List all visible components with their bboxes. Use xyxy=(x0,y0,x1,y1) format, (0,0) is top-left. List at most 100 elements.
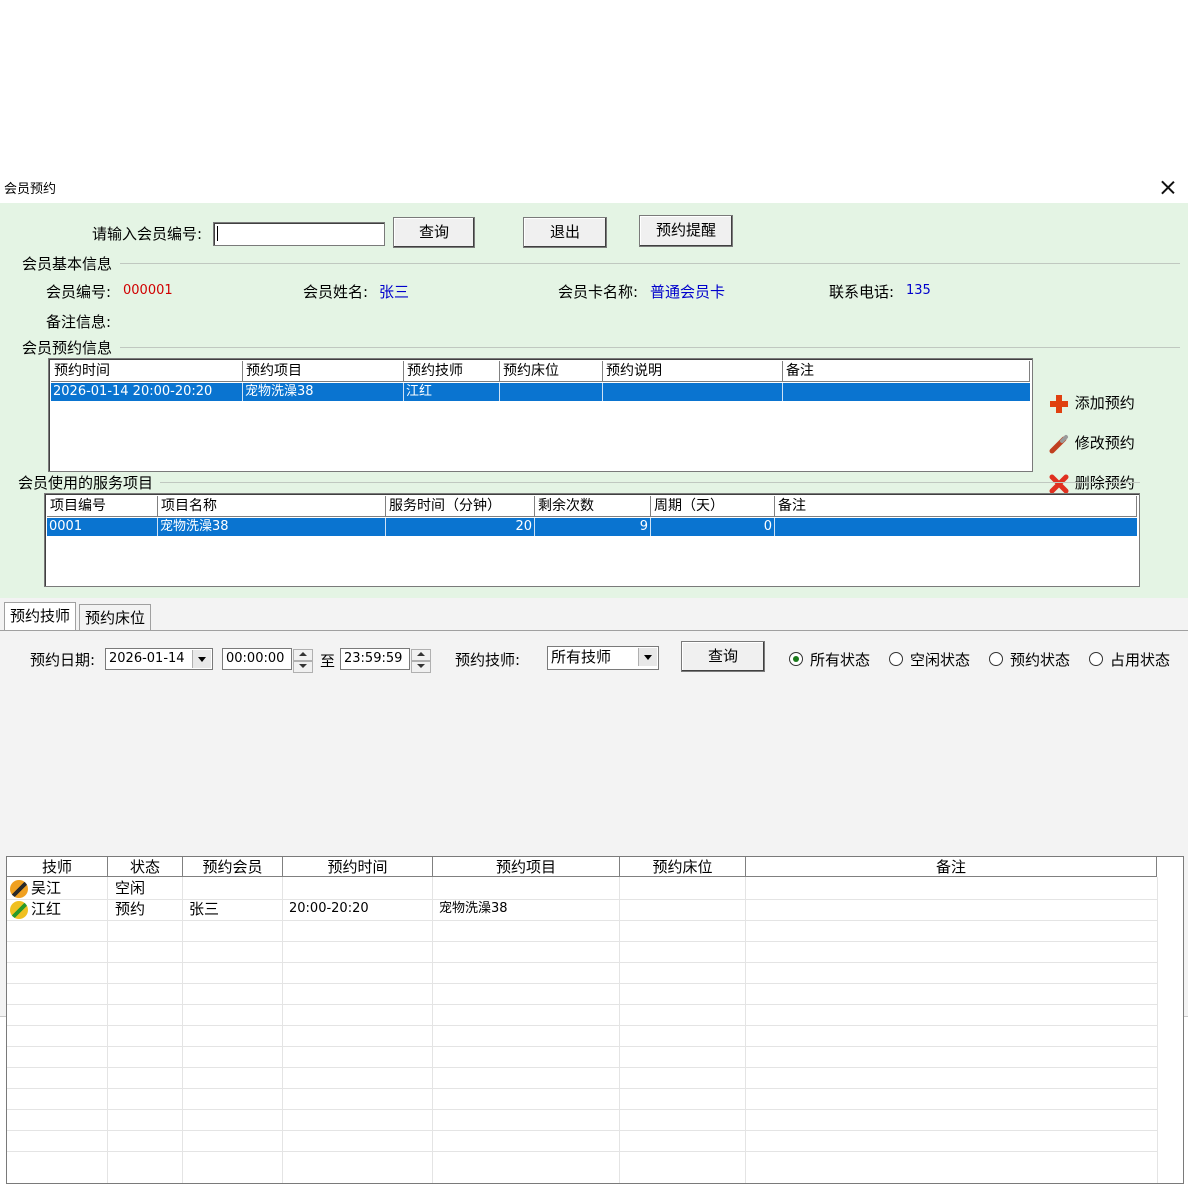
delete-reservation-button[interactable]: 删除预约 xyxy=(1048,472,1135,495)
edit-reservation-button[interactable]: 修改预约 xyxy=(1048,432,1135,455)
column-header[interactable]: 预约项目 xyxy=(433,857,620,877)
delete-reservation-label: 删除预约 xyxy=(1074,474,1135,492)
column-header[interactable]: 预约技师 xyxy=(404,361,500,382)
time-from-input[interactable]: 00:00:00 xyxy=(222,648,313,673)
reserve-date-picker[interactable]: 2026-01-14 xyxy=(105,648,213,670)
reserve-date-label: 预约日期: xyxy=(30,651,96,669)
radio-label: 所有状态 xyxy=(810,651,871,669)
grid-line xyxy=(7,941,1157,942)
grid-line xyxy=(7,1046,1157,1047)
chevron-down-icon[interactable] xyxy=(638,648,657,666)
radio-reserved-status[interactable] xyxy=(989,652,1003,666)
edit-pencil-icon xyxy=(1049,434,1068,453)
tech-query-button[interactable]: 查询 xyxy=(681,641,765,672)
reservation-project-cell: 宠物洗澡38 xyxy=(243,383,404,401)
table-row[interactable]: 0001 宠物洗澡38 20 9 0 xyxy=(47,518,1137,536)
exit-button[interactable]: 退出 xyxy=(523,217,607,248)
radio-idle-status[interactable] xyxy=(889,652,903,666)
technician-idle-icon xyxy=(10,880,28,898)
reservation-table[interactable]: 预约时间 预约项目 预约技师 预约床位 预约说明 备注 2026-01-14 2… xyxy=(48,358,1033,472)
tab-reserve-bed[interactable]: 预约床位 xyxy=(79,604,152,631)
project-name-cell: 宠物洗澡38 xyxy=(158,518,386,536)
member-reservation-window: 会员预约 请输入会员编号: 查询 退出 预约提醒 会员基本信息 会员编号: 00… xyxy=(0,172,1188,1184)
grid-line xyxy=(7,1025,1157,1026)
column-header[interactable]: 预约时间 xyxy=(51,361,243,382)
tab-reserve-tech[interactable]: 预约技师 xyxy=(4,602,77,631)
column-header[interactable]: 预约时间 xyxy=(283,857,433,877)
add-reservation-label: 添加预约 xyxy=(1074,394,1135,412)
member-id-search-label: 请输入会员编号: xyxy=(92,225,203,243)
services-table[interactable]: 项目编号 项目名称 服务时间（分钟） 剩余次数 周期（天） 备注 0001 宠物… xyxy=(44,493,1140,587)
grid-line xyxy=(745,877,746,1183)
column-header[interactable]: 预约床位 xyxy=(620,857,746,877)
delete-x-icon xyxy=(1049,474,1069,493)
column-header[interactable]: 备注 xyxy=(783,361,1030,382)
tech-select-value: 所有技师 xyxy=(551,648,612,666)
grid-line xyxy=(7,983,1157,984)
grid-line xyxy=(7,1088,1157,1089)
tech-member-cell: 张三 xyxy=(189,900,220,918)
member-id-label: 会员编号: xyxy=(46,283,112,301)
radio-occupied-status[interactable] xyxy=(1089,652,1103,666)
project-id-cell: 0001 xyxy=(47,518,158,536)
column-header[interactable]: 备注 xyxy=(775,496,1137,517)
column-header[interactable]: 项目名称 xyxy=(158,496,386,517)
group-divider xyxy=(160,482,1140,483)
spin-up-icon[interactable] xyxy=(411,649,431,661)
table-row[interactable]: 2026-01-14 20:00-20:20 宠物洗澡38 江红 xyxy=(51,383,1030,401)
radio-all-status[interactable] xyxy=(789,652,803,666)
grid-line xyxy=(7,1067,1157,1068)
query-button[interactable]: 查询 xyxy=(393,217,475,248)
close-icon[interactable] xyxy=(1156,176,1180,200)
column-header[interactable]: 预约床位 xyxy=(500,361,603,382)
column-header[interactable]: 周期（天） xyxy=(651,496,775,517)
column-header[interactable]: 预约项目 xyxy=(243,361,404,382)
services-group-title: 会员使用的服务项目 xyxy=(18,474,154,492)
grid-line xyxy=(7,962,1157,963)
phone-value: 135 xyxy=(906,283,931,298)
member-name-value: 张三 xyxy=(379,283,410,301)
add-reservation-button[interactable]: 添加预约 xyxy=(1048,392,1135,415)
reservation-reminder-button[interactable]: 预约提醒 xyxy=(639,215,733,247)
radio-label: 占用状态 xyxy=(1110,651,1171,669)
spin-down-icon[interactable] xyxy=(293,661,313,673)
reserve-date-value: 2026-01-14 xyxy=(109,651,185,666)
spin-up-icon[interactable] xyxy=(293,649,313,661)
grid-line xyxy=(7,1130,1157,1131)
technician-grid[interactable]: 技师 状态 预约会员 预约时间 预约项目 预约床位 备注 吴江 空闲 江红 预约… xyxy=(6,856,1184,1184)
service-note-cell xyxy=(775,518,1137,536)
grid-line xyxy=(7,920,1157,921)
reserve-tech-label: 预约技师: xyxy=(455,651,521,669)
chevron-down-icon[interactable] xyxy=(192,650,211,668)
column-header[interactable]: 技师 xyxy=(7,857,108,877)
note-label: 备注信息: xyxy=(46,313,112,331)
radio-label: 空闲状态 xyxy=(910,651,971,669)
column-header[interactable]: 项目编号 xyxy=(47,496,158,517)
cycle-days-cell: 0 xyxy=(651,518,775,536)
reservation-tech-cell: 江红 xyxy=(404,383,500,401)
column-header[interactable]: 预约会员 xyxy=(183,857,283,877)
technician-reserved-icon xyxy=(10,901,28,919)
column-header[interactable]: 服务时间（分钟） xyxy=(386,496,535,517)
grid-line xyxy=(282,877,283,1183)
table-row[interactable]: 江红 预约 张三 20:00-20:20 宠物洗澡38 xyxy=(7,899,1157,920)
radio-label: 预约状态 xyxy=(1010,651,1071,669)
table-row[interactable]: 吴江 空闲 xyxy=(7,878,1157,899)
spin-down-icon[interactable] xyxy=(411,661,431,673)
time-to-spinner[interactable] xyxy=(411,649,431,673)
reservation-group-title: 会员预约信息 xyxy=(22,339,113,357)
member-id-input[interactable] xyxy=(213,222,385,246)
tech-status-cell: 空闲 xyxy=(115,879,146,897)
tab-divider xyxy=(0,630,1188,631)
tech-select[interactable]: 所有技师 xyxy=(547,646,659,670)
column-header[interactable]: 预约说明 xyxy=(603,361,783,382)
time-from-spinner[interactable] xyxy=(293,649,313,673)
member-id-value: 000001 xyxy=(123,283,173,298)
grid-line xyxy=(1157,877,1158,1183)
column-header[interactable]: 剩余次数 xyxy=(535,496,651,517)
phone-label: 联系电话: xyxy=(829,283,895,301)
column-header[interactable]: 状态 xyxy=(108,857,183,877)
column-header[interactable]: 备注 xyxy=(746,857,1157,877)
time-to-input[interactable]: 23:59:59 xyxy=(340,648,431,673)
window-title: 会员预约 xyxy=(4,182,57,197)
